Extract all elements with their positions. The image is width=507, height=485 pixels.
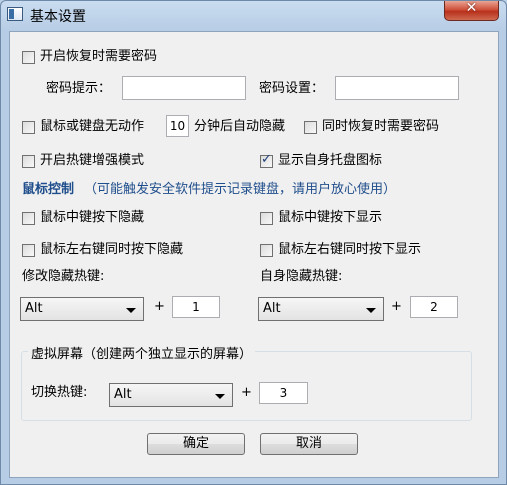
mouse-control-note: （可能触发安全软件提示记录键盘，请用户放心使用）: [84, 182, 397, 197]
app-icon: [7, 7, 23, 21]
self-key-input[interactable]: 2: [410, 296, 458, 318]
settings-window: 基本设置 ✕ 开启恢复时需要密码 密码提示： 密码设置： 鼠标或键盘无动作 10…: [0, 0, 507, 485]
middle-show-label: 鼠标中键按下显示: [278, 210, 383, 225]
idle-hide-checkbox[interactable]: [22, 121, 35, 134]
show-tray-icon-checkbox[interactable]: [260, 152, 273, 168]
middle-show-checkbox[interactable]: [260, 212, 273, 225]
modify-modifier-value: Alt: [25, 301, 43, 316]
switch-modifier-select[interactable]: Alt: [109, 383, 233, 407]
lr-hide-label: 鼠标左右键同时按下隐藏: [40, 242, 184, 257]
idle-hide-label: 鼠标或键盘无动作: [40, 119, 145, 134]
chevron-down-icon: [215, 394, 225, 399]
idle-minutes-label: 分钟后自动隐藏: [194, 119, 286, 134]
modify-key-input[interactable]: 1: [172, 296, 220, 318]
lr-show-label: 鼠标左右键同时按下显示: [278, 242, 422, 257]
restore-password-label: 开启恢复时需要密码: [40, 49, 158, 64]
ok-button[interactable]: 确定: [147, 433, 245, 455]
chevron-down-icon: [126, 308, 136, 313]
restore-need-password-label: 同时恢复时需要密码: [322, 119, 440, 134]
self-modifier-value: Alt: [263, 301, 281, 316]
virtual-screen-title: 虚拟屏幕（创建两个独立显示的屏幕）: [28, 343, 256, 362]
lr-hide-checkbox[interactable]: [22, 244, 35, 257]
modify-modifier-select[interactable]: Alt: [20, 297, 144, 321]
password-set-label: 密码设置：: [259, 81, 325, 96]
title-bar: 基本设置 ✕: [1, 0, 506, 29]
chevron-down-icon: [366, 308, 376, 313]
middle-hide-checkbox[interactable]: [22, 212, 35, 225]
plus-sign: +: [241, 385, 252, 400]
cancel-button[interactable]: 取消: [260, 433, 358, 455]
close-icon: ✕: [465, 0, 478, 16]
mouse-control-title: 鼠标控制: [22, 182, 75, 197]
plus-sign: +: [391, 299, 402, 314]
switch-key-input[interactable]: 3: [259, 382, 308, 404]
idle-minutes-input[interactable]: 10: [166, 115, 189, 137]
password-set-input[interactable]: [335, 76, 459, 100]
dialog-body: 开启恢复时需要密码 密码提示： 密码设置： 鼠标或键盘无动作 10 分钟后自动隐…: [9, 31, 499, 478]
lr-show-checkbox[interactable]: [260, 244, 273, 257]
plus-sign: +: [154, 299, 165, 314]
restore-password-checkbox[interactable]: [22, 51, 35, 64]
window-title: 基本设置: [30, 9, 86, 25]
show-tray-icon-label: 显示自身托盘图标: [278, 153, 383, 168]
password-hint-input[interactable]: [122, 76, 246, 100]
hotkey-enhance-label: 开启热键增强模式: [40, 153, 145, 168]
switch-hotkey-label: 切换热键:: [31, 385, 88, 400]
hotkey-enhance-checkbox[interactable]: [22, 155, 35, 168]
close-button[interactable]: ✕: [444, 0, 499, 21]
restore-need-password-checkbox[interactable]: [304, 121, 317, 134]
modify-hotkey-label: 修改隐藏热键:: [22, 269, 105, 284]
self-modifier-select[interactable]: Alt: [258, 297, 384, 321]
middle-hide-label: 鼠标中键按下隐藏: [40, 210, 145, 225]
switch-modifier-value: Alt: [114, 387, 132, 402]
password-hint-label: 密码提示：: [46, 81, 112, 96]
self-hotkey-label: 自身隐藏热键:: [260, 269, 343, 284]
